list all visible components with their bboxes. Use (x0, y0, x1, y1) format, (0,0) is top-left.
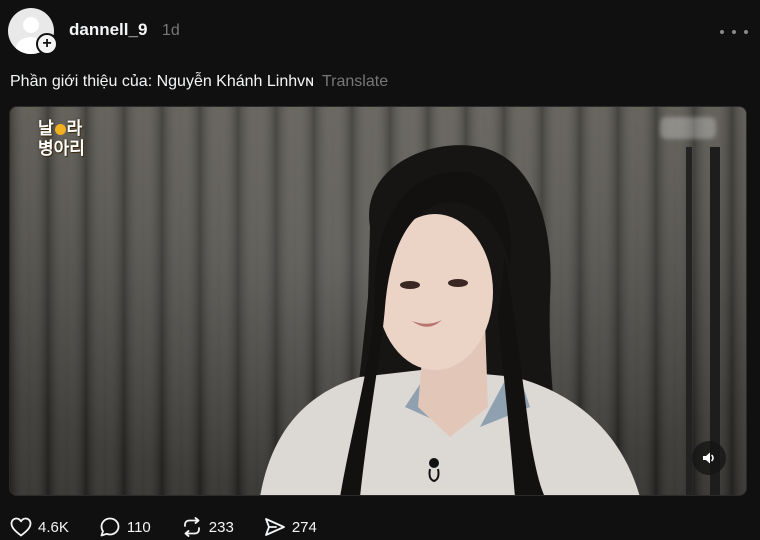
channel-logo-text-1: 날 (38, 119, 54, 139)
channel-logo-text-3: 병아리 (38, 139, 85, 159)
video-frame (10, 107, 746, 495)
chick-logo-icon (54, 123, 66, 135)
blurred-watermark (660, 117, 716, 139)
more-options-icon[interactable] (720, 22, 748, 42)
post-timestamp[interactable]: 1d (162, 22, 180, 40)
comment-count: 110 (126, 518, 151, 536)
like-button[interactable]: 4.6K (10, 517, 69, 537)
channel-logo-text-2: 라 (66, 119, 83, 139)
send-icon (264, 518, 285, 536)
share-count: 274 (291, 518, 317, 536)
avatar[interactable]: + (8, 8, 58, 58)
heart-icon (10, 517, 32, 537)
translate-link[interactable]: Translate (322, 73, 388, 90)
comment-button[interactable]: 110 (99, 517, 151, 537)
repost-button[interactable]: 233 (181, 517, 234, 537)
post-actions: 4.6K 110 233 274 (10, 515, 347, 539)
repost-count: 233 (208, 518, 234, 536)
share-button[interactable]: 274 (264, 517, 317, 537)
repost-icon (183, 517, 200, 537)
thread-post: + dannell_9 1d Phần giới thiệu của: Nguy… (0, 0, 760, 540)
speaker-icon (703, 452, 714, 464)
like-count: 4.6K (38, 518, 69, 536)
comment-icon (100, 517, 120, 537)
caption-text: Phần giới thiệu của: Nguyễn Khánh Linhᴠɴ (10, 73, 314, 90)
post-caption: Phần giới thiệu của: Nguyễn Khánh Linhᴠɴ… (10, 73, 388, 91)
video-player[interactable]: 날라 병아리 (9, 106, 747, 496)
username-link[interactable]: dannell_9 (69, 20, 147, 40)
volume-toggle-button[interactable] (692, 441, 726, 475)
channel-logo: 날라 병아리 (38, 119, 85, 159)
follow-plus-icon[interactable]: + (36, 33, 58, 55)
